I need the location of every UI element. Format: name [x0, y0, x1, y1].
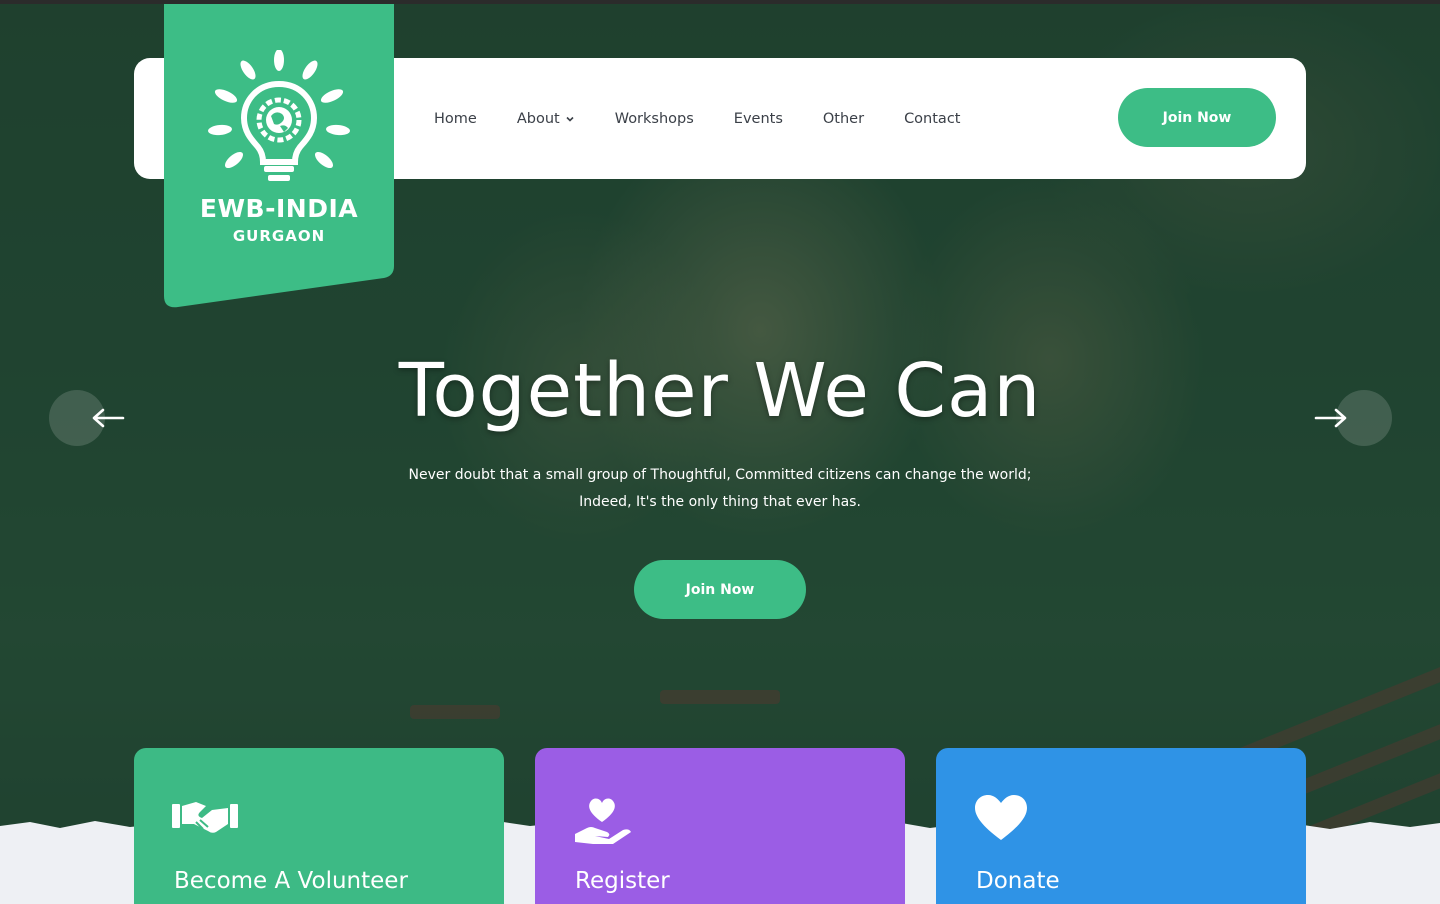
heart-icon: [975, 795, 1027, 840]
nav-item-label: About: [516, 110, 560, 127]
nav-item-label: Workshops: [614, 110, 694, 127]
nav-item-label: Events: [733, 110, 783, 127]
arrow-right-icon: [1314, 408, 1347, 428]
nav-item-label: Home: [434, 110, 477, 127]
card-title: Become A Volunteer: [174, 868, 408, 894]
join-now-button[interactable]: Join Now: [1118, 88, 1276, 147]
card-title: Register: [575, 868, 670, 894]
hero-subtitle: Never doubt that a small group of Though…: [370, 462, 1070, 516]
nav-item-about[interactable]: About: [517, 111, 575, 127]
nav-item-events[interactable]: Events: [734, 111, 783, 127]
nav-item-label: Contact: [904, 110, 961, 127]
hero-join-now-button[interactable]: Join Now: [634, 560, 806, 619]
logo-title: EWB-INDIA: [199, 194, 359, 223]
card-become-volunteer[interactable]: Become A Volunteer: [134, 748, 504, 904]
arrow-left-icon: [92, 408, 125, 428]
nav-menu: Home About Workshops Events Other Contac…: [434, 58, 960, 179]
nav-item-label: Other: [822, 110, 865, 127]
logo-subtitle: GURGAON: [232, 227, 326, 245]
hero-title: Together We Can: [398, 348, 1042, 434]
card-donate[interactable]: Donate: [936, 748, 1306, 904]
heart-hand-icon: [575, 798, 631, 844]
nav-item-home[interactable]: Home: [434, 111, 477, 127]
nav-item-other[interactable]: Other: [823, 111, 864, 127]
handshake-icon: [172, 802, 238, 833]
logo[interactable]: EWB-INDIA GURGAON: [164, 4, 394, 308]
nav-item-contact[interactable]: Contact: [904, 111, 960, 127]
card-register[interactable]: Register: [535, 748, 905, 904]
nav-item-workshops[interactable]: Workshops: [615, 111, 694, 127]
lightbulb-globe-icon: [208, 50, 350, 181]
slider-next-button[interactable]: [1314, 390, 1392, 446]
chevron-down-icon: [566, 116, 574, 122]
hero-subtitle-line: Never doubt that a small group of Though…: [408, 467, 1032, 483]
slider-prev-button[interactable]: [49, 390, 125, 446]
hero-subtitle-line: Indeed, It's the only thing that ever ha…: [579, 494, 861, 510]
card-title: Donate: [976, 868, 1060, 894]
